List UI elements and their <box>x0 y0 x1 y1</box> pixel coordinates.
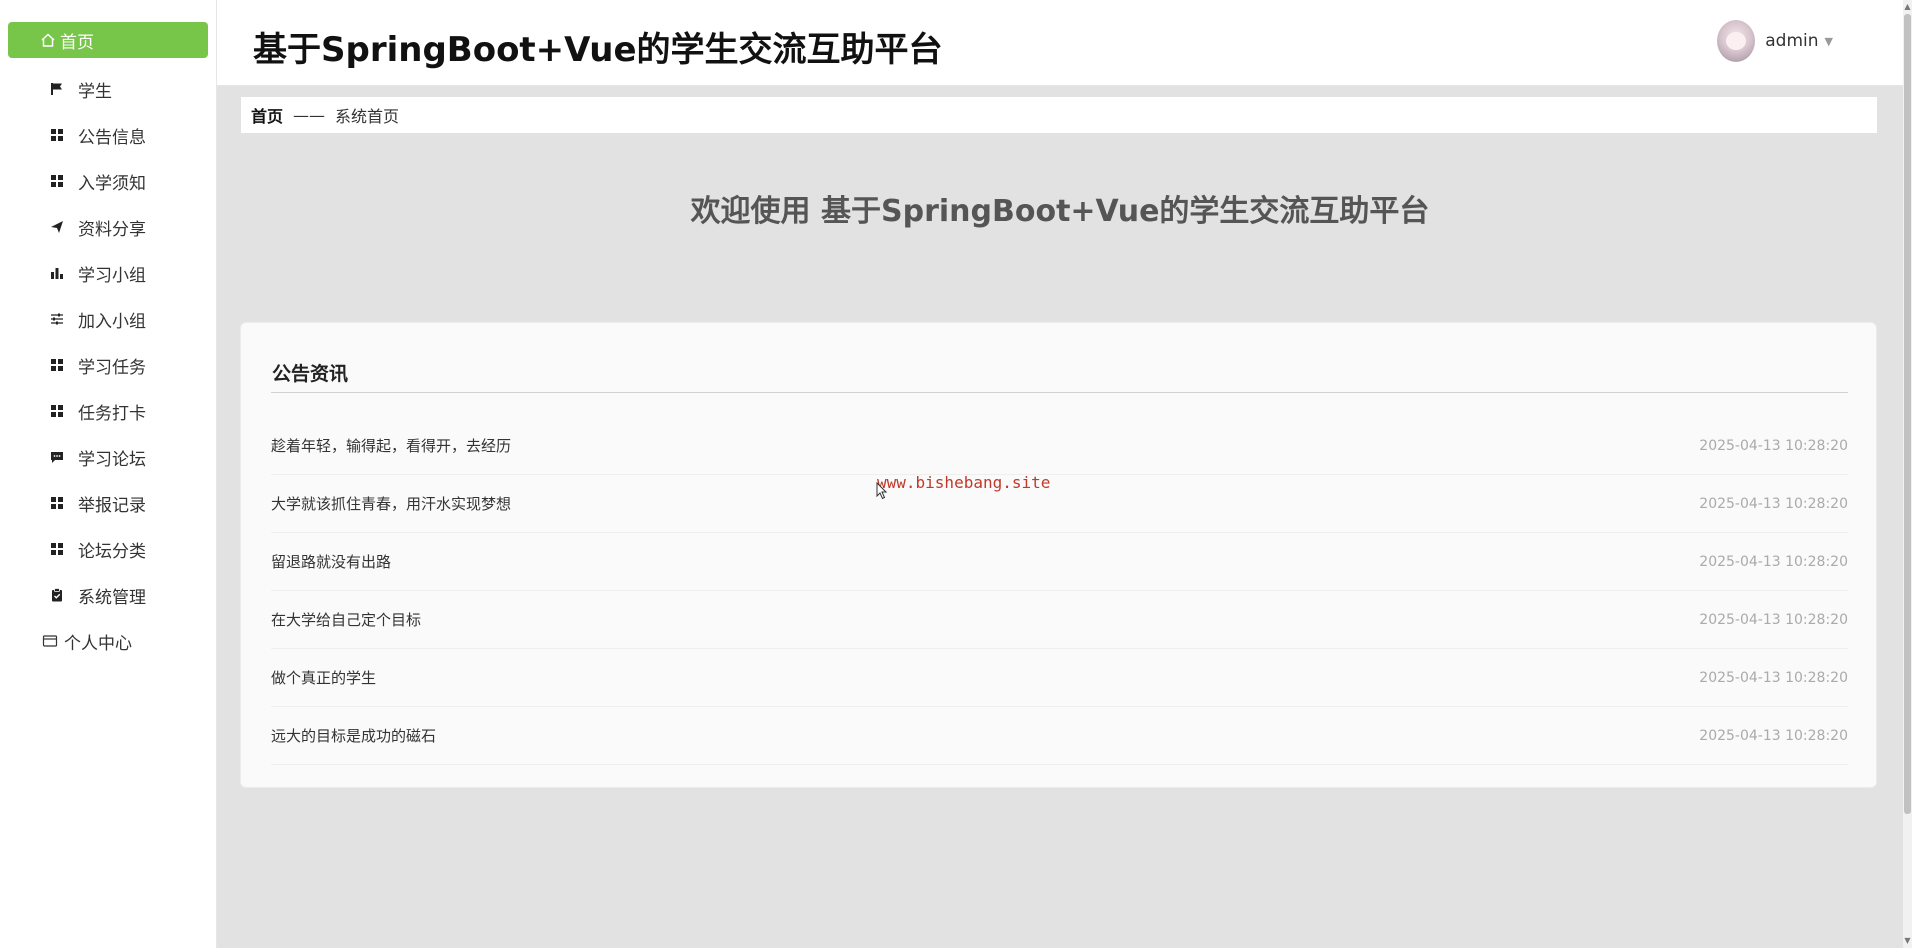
sliders-icon <box>50 312 64 326</box>
list-item[interactable]: 做个真正的学生 2025-04-13 10:28:20 <box>271 649 1848 707</box>
sidebar-item-label: 学习论坛 <box>78 449 146 470</box>
list-item[interactable]: 趁着年轻，输得起，看得开，去经历 2025-04-13 10:28:20 <box>271 417 1848 475</box>
sidebar-item-study-groups[interactable]: 学习小组 <box>0 250 217 296</box>
sidebar-item-label: 任务打卡 <box>78 403 146 424</box>
sidebar-item-label: 学习任务 <box>78 357 146 378</box>
page-scrollbar[interactable]: ▲ ▼ <box>1903 0 1912 948</box>
sidebar: 首页 学生 公告信息 入学须知 资料分享 学习小组 加入小组 学习任务 任务打卡… <box>0 0 217 948</box>
grid-icon <box>50 128 64 142</box>
breadcrumb-home[interactable]: 首页 <box>251 103 283 127</box>
news-item-time: 2025-04-13 10:28:20 <box>1699 437 1848 454</box>
list-item[interactable]: 远大的目标是成功的磁石 2025-04-13 10:28:20 <box>271 707 1848 765</box>
sidebar-item-label: 资料分享 <box>78 219 146 240</box>
sidebar-item-label: 系统管理 <box>78 587 146 608</box>
sidebar-item-join-group[interactable]: 加入小组 <box>0 296 217 342</box>
list-item[interactable]: 在大学给自己定个目标 2025-04-13 10:28:20 <box>271 591 1848 649</box>
sidebar-item-study-tasks[interactable]: 学习任务 <box>0 342 217 388</box>
sidebar-menu: 学生 公告信息 入学须知 资料分享 学习小组 加入小组 学习任务 任务打卡 学习… <box>0 66 217 664</box>
sidebar-item-personal-center[interactable]: 个人中心 <box>0 618 217 664</box>
news-item-title: 在大学给自己定个目标 <box>271 611 422 629</box>
scroll-down-icon[interactable]: ▼ <box>1904 936 1911 946</box>
sidebar-item-label: 学习小组 <box>78 265 146 286</box>
sidebar-item-label: 首页 <box>60 32 94 53</box>
app-title: 基于SpringBoot+Vue的学生交流互助平台 <box>253 30 943 70</box>
caret-down-icon: ▼ <box>1824 34 1833 48</box>
grid-icon <box>50 496 64 510</box>
sidebar-item-label: 学生 <box>78 81 112 102</box>
scroll-up-icon[interactable]: ▲ <box>1904 2 1911 12</box>
user-menu[interactable]: admin ▼ <box>1717 20 1833 62</box>
news-item-title: 趁着年轻，输得起，看得开，去经历 <box>271 437 512 455</box>
news-item-title: 远大的目标是成功的磁石 <box>271 727 437 745</box>
sidebar-item-label: 入学须知 <box>78 173 146 194</box>
avatar <box>1717 20 1756 62</box>
news-item-time: 2025-04-13 10:28:20 <box>1699 611 1848 628</box>
breadcrumb-current: 系统首页 <box>335 107 400 126</box>
mouse-cursor-icon <box>876 481 888 504</box>
news-item-title: 留退路就没有出路 <box>271 553 392 571</box>
sidebar-item-label: 个人中心 <box>64 633 132 654</box>
scrollbar-thumb[interactable] <box>1904 14 1911 814</box>
username: admin <box>1765 31 1819 51</box>
sidebar-item-forum-categories[interactable]: 论坛分类 <box>0 526 217 572</box>
sidebar-item-label: 加入小组 <box>78 311 146 332</box>
news-item-title: 大学就该抓住青春，用汗水实现梦想 <box>271 495 512 513</box>
sidebar-item-resource-sharing[interactable]: 资料分享 <box>0 204 217 250</box>
sidebar-item-students[interactable]: 学生 <box>0 66 217 112</box>
sidebar-item-label: 举报记录 <box>78 495 146 516</box>
bar-chart-icon <box>50 266 64 280</box>
news-item-time: 2025-04-13 10:28:20 <box>1699 553 1848 570</box>
grid-icon <box>50 174 64 188</box>
sidebar-item-study-forum[interactable]: 学习论坛 <box>0 434 217 480</box>
id-card-icon <box>42 633 58 649</box>
grid-icon <box>50 404 64 418</box>
send-icon <box>50 220 64 234</box>
watermark: www.bishebang.site <box>877 473 1051 492</box>
news-item-time: 2025-04-13 10:28:20 <box>1699 669 1848 686</box>
news-item-time: 2025-04-13 10:28:20 <box>1699 727 1848 744</box>
home-icon <box>40 32 56 48</box>
sidebar-item-reports[interactable]: 举报记录 <box>0 480 217 526</box>
sidebar-item-home[interactable]: 首页 <box>8 22 208 58</box>
chat-icon <box>50 450 64 464</box>
sidebar-item-enrollment-notes[interactable]: 入学须知 <box>0 158 217 204</box>
breadcrumb-separator: —— <box>293 105 326 125</box>
news-item-title: 做个真正的学生 <box>271 669 377 687</box>
grid-icon <box>50 358 64 372</box>
sidebar-item-task-checkin[interactable]: 任务打卡 <box>0 388 217 434</box>
list-item[interactable]: 留退路就没有出路 2025-04-13 10:28:20 <box>271 533 1848 591</box>
sidebar-item-announcements[interactable]: 公告信息 <box>0 112 217 158</box>
clipboard-icon <box>50 588 64 602</box>
sidebar-item-label: 论坛分类 <box>78 541 146 562</box>
flag-icon <box>50 82 64 96</box>
news-list: 趁着年轻，输得起，看得开，去经历 2025-04-13 10:28:20 大学就… <box>271 417 1848 765</box>
news-item-time: 2025-04-13 10:28:20 <box>1699 495 1848 512</box>
news-panel-title: 公告资讯 <box>272 363 349 385</box>
sidebar-item-label: 公告信息 <box>78 127 146 148</box>
list-item[interactable]: 大学就该抓住青春，用汗水实现梦想 2025-04-13 10:28:20 <box>271 475 1848 533</box>
news-panel: 公告资讯 趁着年轻，输得起，看得开，去经历 2025-04-13 10:28:2… <box>240 322 1877 788</box>
breadcrumb: 首页 —— 系统首页 <box>241 97 1877 133</box>
welcome-heading: 欢迎使用 基于SpringBoot+Vue的学生交流互助平台 <box>690 194 1430 229</box>
top-header: 基于SpringBoot+Vue的学生交流互助平台 admin ▼ <box>217 0 1903 86</box>
sidebar-item-system-management[interactable]: 系统管理 <box>0 572 217 618</box>
grid-icon <box>50 542 64 556</box>
divider <box>271 392 1848 393</box>
